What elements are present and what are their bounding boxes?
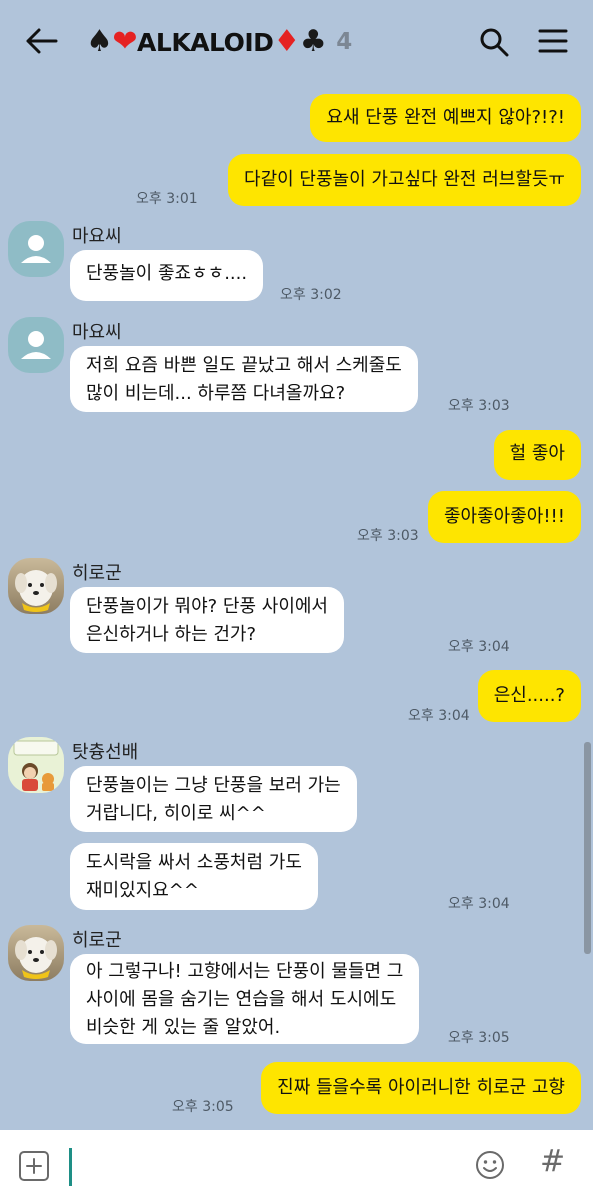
message-time: 오후 3:02 [280, 287, 342, 303]
message-time: 오후 3:03 [448, 398, 510, 414]
message-input-bar: # [0, 1130, 593, 1200]
their-message-bubble[interactable]: 단풍놀이 좋죠ㅎㅎ.... [70, 250, 264, 301]
my-message-bubble[interactable]: 은신.....? [477, 670, 581, 722]
message-time: 오후 3:04 [408, 708, 470, 724]
smiley-icon[interactable] [474, 1149, 506, 1181]
plus-square-icon[interactable] [18, 1150, 50, 1182]
my-message-bubble[interactable]: 다같이 단풍놀이 가고싶다 완전 러브할듯ㅠ [228, 154, 581, 206]
message-text: 단풍놀이 좋죠ㅎㅎ.... [86, 263, 248, 284]
message-text-line: 사이에 몸을 숨기는 연습을 해서 도시에도 [86, 989, 397, 1010]
my-message-bubble[interactable]: 요새 단풍 완전 예쁘지 않아?!?! [310, 94, 581, 142]
sender-name: 히로군 [72, 930, 122, 951]
diamond-icon: ♦ [273, 24, 300, 59]
message-text: 진짜 들을수록 아이러니한 히로군 고향 [277, 1077, 565, 1098]
message-text-line: 단풍놀이는 그냥 단풍을 보러 가는 [86, 775, 341, 796]
their-message-bubble[interactable]: 저희 요즘 바쁜 일도 끝났고 해서 스케줄도 많이 비는데... 하루쯤 다녀… [70, 346, 418, 412]
their-message-bubble[interactable]: 단풍놀이는 그냥 단풍을 보러 가는 거랍니다, 히이로 씨^^ [70, 766, 357, 832]
hash-icon[interactable]: # [540, 1144, 565, 1179]
sticker-photo-icon [13, 740, 59, 791]
heart-icon: ❤ [112, 24, 138, 59]
message-time: 오후 3:04 [448, 896, 510, 912]
avatar[interactable] [8, 925, 64, 981]
member-count: 4 [336, 29, 352, 55]
message-text-line: 아 그렇구나! 고향에서는 단풍이 물들면 그 [86, 961, 404, 982]
their-message-bubble[interactable]: 단풍놀이가 뭐야? 단풍 사이에서 은신하거나 하는 건가? [70, 587, 344, 653]
chat-title-text: ALKALOID [137, 27, 274, 57]
message-time: 오후 3:05 [448, 1030, 510, 1046]
club-icon: ♣ [299, 24, 327, 59]
message-text-line: 많이 비는데... 하루쯤 다녀올까요? [86, 383, 346, 404]
avatar[interactable] [8, 558, 64, 614]
message-text: 다같이 단풍놀이 가고싶다 완전 러브할듯ㅠ [244, 169, 565, 190]
their-message-bubble[interactable]: 아 그렇구나! 고향에서는 단풍이 물들면 그 사이에 몸을 숨기는 연습을 해… [70, 954, 420, 1044]
message-text: 은신.....? [493, 685, 565, 706]
my-message-bubble[interactable]: 좋아좋아좋아!!! [427, 491, 581, 543]
message-text-line: 비슷한 게 있는 줄 알았어. [86, 1017, 281, 1038]
default-profile-icon [21, 331, 51, 359]
message-time: 오후 3:04 [448, 639, 510, 655]
avatar[interactable] [8, 221, 64, 277]
message-time: 오후 3:01 [136, 191, 198, 207]
my-message-bubble[interactable]: 헐 좋아 [493, 430, 581, 480]
default-profile-icon [21, 235, 51, 263]
message-text-line: 저희 요즘 바쁜 일도 끝났고 해서 스케줄도 [86, 355, 402, 376]
message-input-field[interactable] [69, 1148, 72, 1186]
chat-room-title: ♠ ❤ ALKALOID ♦ ♣ 4 [86, 22, 352, 62]
hamburger-menu-icon[interactable] [538, 27, 568, 55]
message-text-line: 단풍놀이가 뭐야? 단풍 사이에서 [86, 596, 328, 617]
sender-name: 마요씨 [72, 226, 122, 247]
message-text: 좋아좋아좋아!!! [443, 506, 565, 527]
avatar[interactable] [8, 737, 64, 793]
sender-name: 히로군 [72, 563, 122, 584]
avatar[interactable] [8, 317, 64, 373]
back-arrow-icon[interactable] [24, 26, 60, 56]
search-icon[interactable] [478, 26, 510, 58]
message-time: 오후 3:03 [357, 528, 419, 544]
message-text-line: 도시락을 싸서 소풍처럼 가도 [86, 852, 302, 873]
dog-photo-icon [15, 937, 57, 979]
message-text-line: 재미있지요^^ [86, 880, 199, 901]
chat-header: ♠ ❤ ALKALOID ♦ ♣ 4 [0, 0, 593, 82]
spade-icon: ♠ [86, 24, 113, 59]
sender-name: 탓츙선배 [72, 742, 139, 763]
their-message-bubble[interactable]: 도시락을 싸서 소풍처럼 가도 재미있지요^^ [70, 843, 318, 910]
my-message-bubble[interactable]: 진짜 들을수록 아이러니한 히로군 고향 [261, 1062, 581, 1114]
message-text-line: 은신하거나 하는 건가? [86, 624, 257, 645]
message-text: 요새 단풍 완전 예쁘지 않아?!?! [326, 107, 565, 128]
dog-photo-icon [15, 570, 57, 612]
message-text: 헐 좋아 [509, 443, 565, 464]
message-time: 오후 3:05 [172, 1099, 234, 1115]
message-text-line: 거랍니다, 히이로 씨^^ [86, 803, 266, 824]
scrollbar[interactable] [584, 742, 591, 954]
sender-name: 마요씨 [72, 322, 122, 343]
